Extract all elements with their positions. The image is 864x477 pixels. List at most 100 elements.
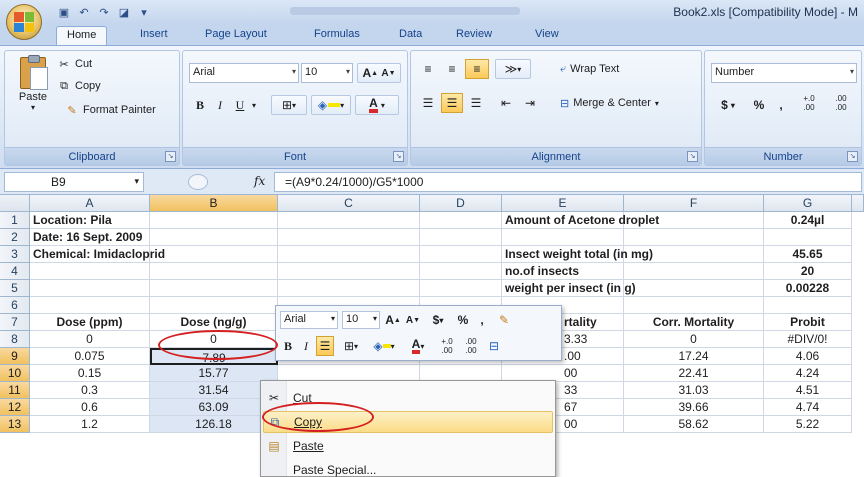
- cell-g5[interactable]: 0.00228: [764, 280, 852, 297]
- clipboard-launcher-icon[interactable]: ↘: [165, 151, 176, 162]
- cell-b12[interactable]: 63.09: [150, 399, 278, 416]
- cell-d1[interactable]: [420, 212, 502, 229]
- cell-e5[interactable]: weight per insect (in g): [502, 280, 636, 297]
- cell-a13[interactable]: 1.2: [30, 416, 150, 433]
- cell-a11[interactable]: 0.3: [30, 382, 150, 399]
- cell-g10[interactable]: 4.24: [764, 365, 852, 382]
- cell-a6[interactable]: [30, 297, 150, 314]
- column-header-d[interactable]: D: [420, 195, 502, 212]
- cell-b11[interactable]: 31.54: [150, 382, 278, 399]
- cell-f4[interactable]: [624, 263, 764, 280]
- mini-center-button[interactable]: ☰: [316, 336, 334, 356]
- save-icon[interactable]: ▣: [56, 4, 72, 20]
- align-top-button[interactable]: ≡: [417, 59, 439, 79]
- orientation-button[interactable]: ≫ ▾: [495, 59, 531, 79]
- row-header-5[interactable]: 5: [0, 280, 30, 297]
- borders-button[interactable]: ⊞ ▾: [271, 95, 307, 115]
- cell-a8[interactable]: 0: [30, 331, 150, 348]
- cell-a5[interactable]: [30, 280, 150, 297]
- select-all-corner[interactable]: [0, 195, 30, 212]
- row-header-3[interactable]: 3: [0, 246, 30, 263]
- column-header-e[interactable]: E: [502, 195, 624, 212]
- column-header-b[interactable]: B: [150, 195, 278, 212]
- cell-g7[interactable]: Probit: [764, 314, 852, 331]
- redo-icon[interactable]: ↷: [96, 4, 112, 20]
- mini-format-painter-icon[interactable]: ✎: [494, 310, 514, 330]
- cell-d2[interactable]: [420, 229, 502, 246]
- print-preview-icon[interactable]: ◪: [116, 4, 132, 20]
- cell-g6[interactable]: [764, 297, 852, 314]
- cell-c2[interactable]: [278, 229, 420, 246]
- row-header-11[interactable]: 11: [0, 382, 30, 399]
- cell-a2[interactable]: Date: 16 Sept. 2009: [30, 229, 150, 246]
- tab-home[interactable]: Home: [56, 26, 108, 47]
- cell-a1[interactable]: Location: Pila: [30, 212, 150, 229]
- decrease-indent-button[interactable]: ⇤: [495, 93, 517, 113]
- mini-size-combo[interactable]: 10 ▾: [342, 311, 380, 329]
- cell-c1[interactable]: [278, 212, 420, 229]
- font-color-button[interactable]: A ▾: [355, 95, 399, 115]
- decrease-decimal-button[interactable]: .00.00: [827, 93, 855, 113]
- align-left-button[interactable]: ☰: [417, 93, 439, 113]
- row-header-7[interactable]: 7: [0, 314, 30, 331]
- percent-button[interactable]: %: [749, 95, 769, 115]
- paste-dropdown-icon[interactable]: ▾: [15, 103, 51, 112]
- currency-button[interactable]: $ ▾: [711, 95, 745, 115]
- cell-c5[interactable]: [278, 280, 420, 297]
- mini-currency-button[interactable]: $ ▾: [426, 310, 450, 330]
- cell-b10[interactable]: 15.77: [150, 365, 278, 382]
- name-box-dropdown-icon[interactable]: ▾: [134, 176, 139, 187]
- align-right-button[interactable]: ☰: [465, 93, 487, 113]
- increase-decimal-button[interactable]: +.0.00: [795, 93, 823, 113]
- cell-a3[interactable]: Chemical: Imidacloprid: [30, 246, 165, 263]
- cell-f3[interactable]: [624, 246, 764, 263]
- italic-button[interactable]: I: [211, 95, 229, 115]
- tab-data[interactable]: Data: [399, 28, 422, 40]
- cell-b6[interactable]: [150, 297, 278, 314]
- mini-comma-button[interactable]: ,: [474, 310, 490, 330]
- column-header-g[interactable]: G: [764, 195, 852, 212]
- cell-f2[interactable]: [624, 229, 764, 246]
- increase-indent-button[interactable]: ⇥: [519, 93, 541, 113]
- mini-decrease-decimal-button[interactable]: .00.00: [460, 336, 482, 356]
- font-size-combo[interactable]: 10 ▾: [301, 63, 353, 83]
- cell-b13[interactable]: 126.18: [150, 416, 278, 433]
- cell-d3[interactable]: [420, 246, 502, 263]
- mini-italic-button[interactable]: I: [298, 336, 314, 356]
- cell-b5[interactable]: [150, 280, 278, 297]
- grow-font-icon[interactable]: A: [362, 66, 371, 80]
- cell-f10[interactable]: 22.41: [624, 365, 764, 382]
- shrink-font-icon[interactable]: A: [381, 68, 388, 79]
- cell-g13[interactable]: 5.22: [764, 416, 852, 433]
- paste-button[interactable]: Paste ▾: [15, 55, 51, 123]
- cell-a7[interactable]: Dose (ppm): [30, 314, 150, 331]
- mini-shrink-font-icon[interactable]: A ▼: [404, 310, 422, 330]
- mini-font-combo[interactable]: Arial ▾: [280, 311, 338, 329]
- row-header-6[interactable]: 6: [0, 297, 30, 314]
- row-header-4[interactable]: 4: [0, 263, 30, 280]
- fill-color-button[interactable]: ◈ ▾: [311, 95, 351, 115]
- cell-g1[interactable]: 0.24µl: [764, 212, 852, 229]
- cell-e2[interactable]: [502, 229, 624, 246]
- mini-borders-button[interactable]: ⊞ ▾: [338, 336, 364, 356]
- align-bottom-button[interactable]: ≡: [465, 59, 489, 79]
- cell-d5[interactable]: [420, 280, 502, 297]
- bold-button[interactable]: B: [191, 95, 209, 115]
- cell-g8[interactable]: #DIV/0!: [764, 331, 852, 348]
- cell-g9[interactable]: 4.06: [764, 348, 852, 365]
- cell-f9[interactable]: 17.24: [624, 348, 764, 365]
- cell-b1[interactable]: [150, 212, 278, 229]
- row-header-9[interactable]: 9: [0, 348, 30, 365]
- context-menu-paste-special[interactable]: Paste Special...: [263, 459, 553, 477]
- insert-function-icon[interactable]: fx: [254, 174, 265, 188]
- cell-f12[interactable]: 39.66: [624, 399, 764, 416]
- cell-e1[interactable]: Amount of Acetone droplet: [502, 212, 659, 229]
- cell-b7[interactable]: Dose (ng/g): [150, 314, 278, 331]
- mini-increase-decimal-button[interactable]: +.0.00: [436, 336, 458, 356]
- align-middle-button[interactable]: ≡: [441, 59, 463, 79]
- formula-input[interactable]: =(A9*0.24/1000)/G5*1000: [274, 172, 862, 192]
- cell-a9[interactable]: 0.075: [30, 348, 150, 365]
- copy-button[interactable]: ⧉ Copy: [57, 77, 101, 95]
- cell-g11[interactable]: 4.51: [764, 382, 852, 399]
- cell-a10[interactable]: 0.15: [30, 365, 150, 382]
